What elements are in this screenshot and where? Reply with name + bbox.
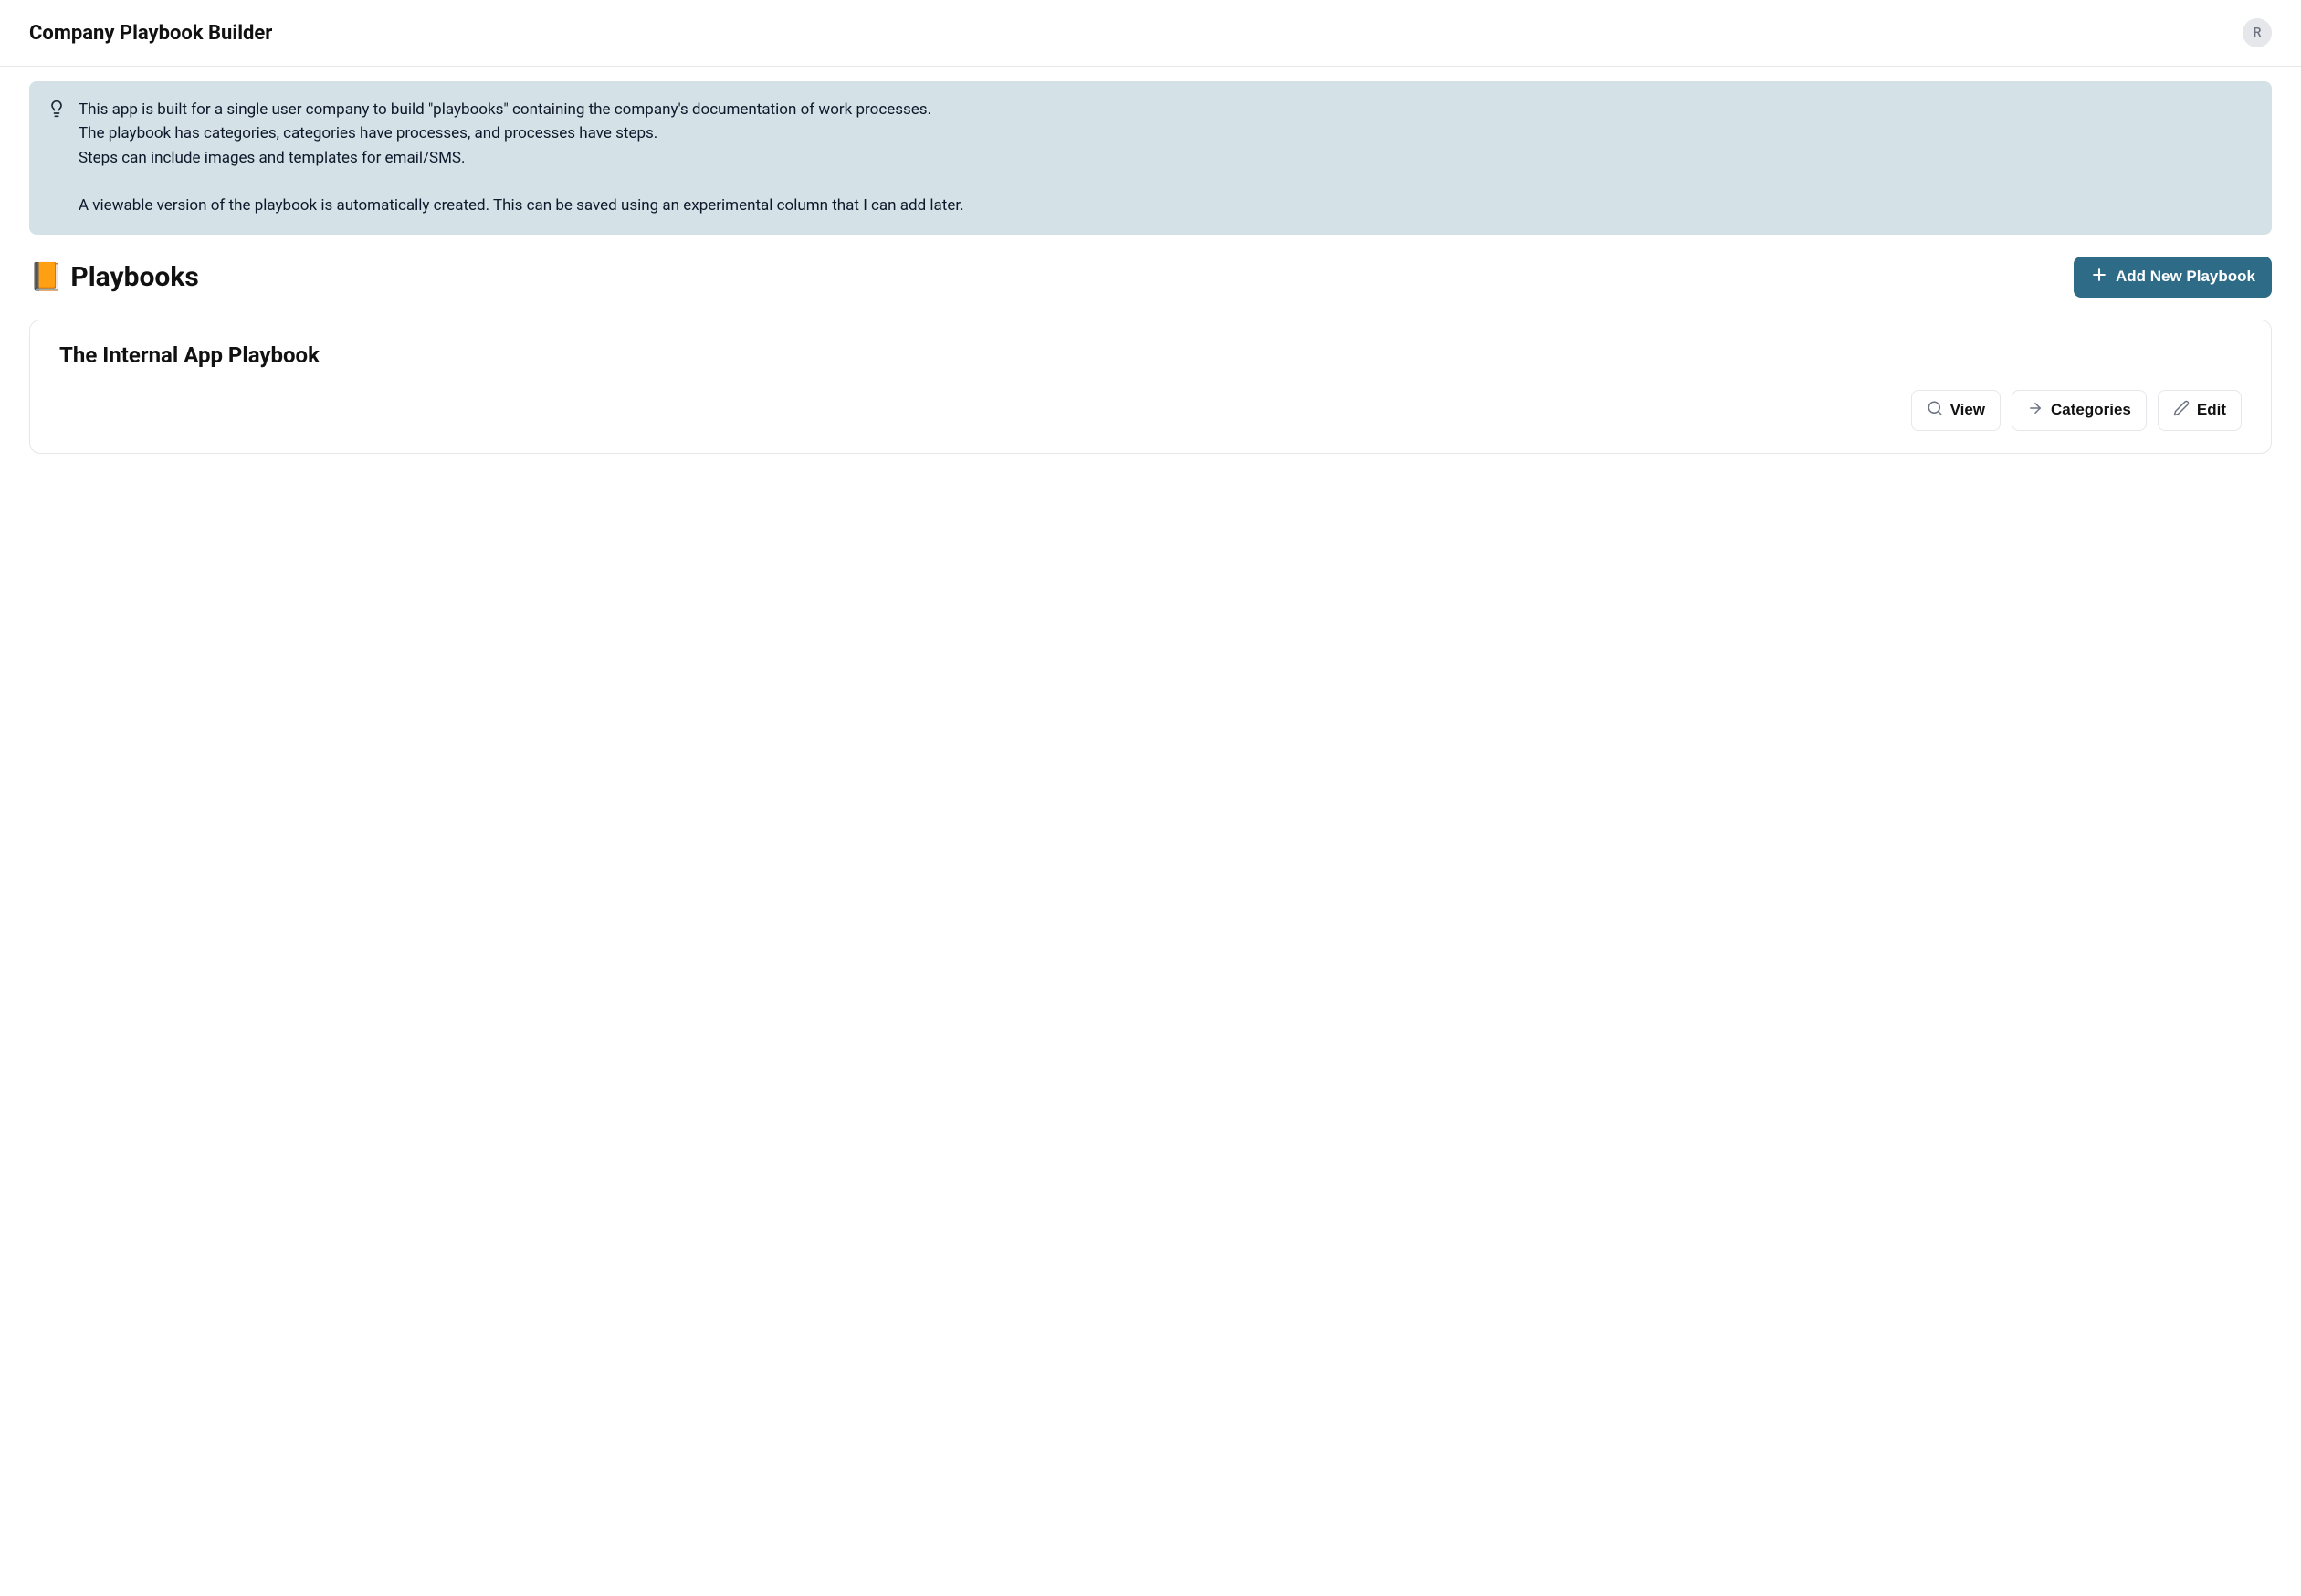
info-banner-text: This app is built for a single user comp… xyxy=(79,98,964,218)
add-new-playbook-button[interactable]: Add New Playbook xyxy=(2074,257,2272,298)
section-title-text: Playbooks xyxy=(70,261,198,293)
info-banner: This app is built for a single user comp… xyxy=(29,81,2272,235)
avatar-initial: R xyxy=(2254,26,2262,40)
view-button[interactable]: View xyxy=(1911,390,2001,431)
categories-button[interactable]: Categories xyxy=(2012,390,2147,431)
playbook-actions: View Categories Edit xyxy=(59,390,2242,431)
arrow-right-icon xyxy=(2027,400,2044,421)
app-title: Company Playbook Builder xyxy=(29,22,272,45)
categories-button-label: Categories xyxy=(2051,401,2131,419)
section-title: 📙 Playbooks xyxy=(29,261,199,293)
avatar[interactable]: R xyxy=(2243,18,2272,47)
lightbulb-icon xyxy=(47,100,66,121)
main-content: This app is built for a single user comp… xyxy=(0,67,2301,468)
section-title-emoji: 📙 xyxy=(29,261,63,293)
section-header: 📙 Playbooks Add New Playbook xyxy=(29,257,2272,298)
plus-icon xyxy=(2090,266,2108,289)
edit-button-label: Edit xyxy=(2197,401,2226,419)
edit-button[interactable]: Edit xyxy=(2158,390,2242,431)
add-new-playbook-label: Add New Playbook xyxy=(2116,268,2255,286)
playbook-card: The Internal App Playbook View xyxy=(29,320,2272,454)
view-button-label: View xyxy=(1950,401,1985,419)
search-icon xyxy=(1927,400,1943,421)
playbook-title: The Internal App Playbook xyxy=(59,342,2242,368)
pencil-icon xyxy=(2173,400,2190,421)
app-header: Company Playbook Builder R xyxy=(0,0,2301,67)
